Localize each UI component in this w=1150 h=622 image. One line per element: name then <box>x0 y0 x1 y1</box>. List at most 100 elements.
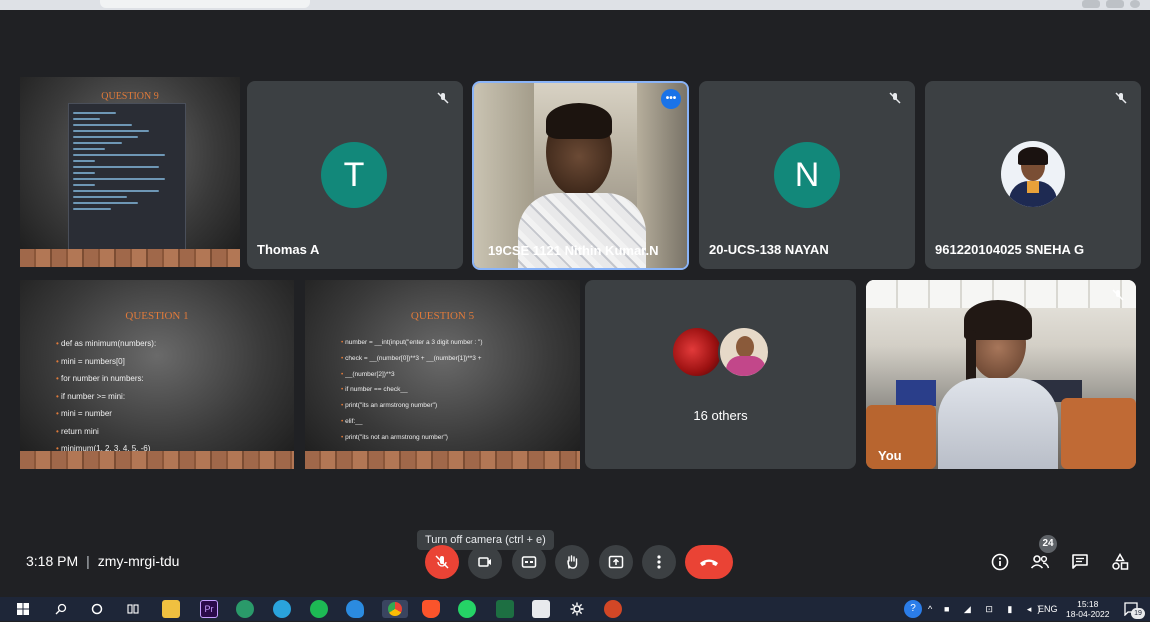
edge-icon[interactable] <box>346 600 364 618</box>
clock-date: 18-04-2022 <box>1066 609 1110 619</box>
slide-title: QUESTION 1 <box>125 310 189 322</box>
help-icon[interactable]: ? <box>904 600 922 618</box>
slide-bullets: number = __int(input("enter a 3 digit nu… <box>341 335 483 446</box>
captions-icon <box>521 556 537 568</box>
language-indicator[interactable]: ENG <box>1038 597 1058 621</box>
slide-title: QUESTION 5 <box>410 310 475 322</box>
shapes-icon <box>1112 553 1129 570</box>
presentation-tile-question-5[interactable]: QUESTION 5 number = __int(input("enter a… <box>305 280 580 469</box>
bullet: if number == check__ <box>341 382 483 398</box>
system-clock[interactable]: 15:18 18-04-2022 <box>1066 599 1109 619</box>
premiere-pro-icon[interactable]: Pr <box>200 600 218 618</box>
powerpoint-icon[interactable] <box>604 600 622 618</box>
spotify-icon[interactable] <box>310 600 328 618</box>
code-snippet <box>68 103 186 265</box>
slide-title: QUESTION 9 <box>101 91 159 102</box>
slide-floor <box>20 249 240 267</box>
bullet: mini = numbers[0] <box>56 353 156 371</box>
bullet: mini = number <box>56 405 156 423</box>
brave-icon[interactable] <box>422 600 440 618</box>
participant-tile-thomas[interactable]: T Thomas A <box>247 81 463 269</box>
app-icon-green[interactable] <box>236 600 254 618</box>
bullet: def as minimum(numbers): <box>56 335 156 353</box>
participant-name: You <box>878 448 902 463</box>
people-button[interactable] <box>1028 550 1052 574</box>
mic-off-icon <box>435 91 451 107</box>
chat-icon <box>1072 554 1088 569</box>
captions-button[interactable] <box>512 545 546 579</box>
os-taskbar: Pr ? ^ ■ ◢ ⊡ ▮ ◂) ENG 15:18 18-04-2022 1… <box>0 597 1150 621</box>
avatar-photo <box>1001 141 1065 207</box>
mic-off-icon <box>887 91 903 107</box>
self-view-tile[interactable]: You <box>866 280 1136 469</box>
presentation-tile-question-9[interactable]: QUESTION 9 <box>20 77 240 267</box>
avatar: T <box>321 142 387 208</box>
others-label: 16 others <box>693 408 748 423</box>
slide-floor <box>20 451 294 469</box>
participant-name: 961220104025 SNEHA G <box>935 242 1085 257</box>
chat-button[interactable] <box>1068 550 1092 574</box>
task-view-icon[interactable] <box>124 600 142 618</box>
more-options-button[interactable] <box>642 545 676 579</box>
participant-name: Thomas A <box>257 242 320 257</box>
activities-button[interactable] <box>1108 550 1132 574</box>
bullet: for number in numbers: <box>56 370 156 388</box>
avatar: N <box>774 142 840 208</box>
meeting-stage: QUESTION 9 T Thomas A ••• 19CSE 1121 Nit… <box>0 10 1150 577</box>
participant-tile-sneha[interactable]: 961220104025 SNEHA G <box>925 81 1141 269</box>
browser-toolbar <box>1082 0 1140 10</box>
browser-bar <box>0 0 1150 10</box>
slide-bullets: def as minimum(numbers): mini = numbers[… <box>56 335 156 458</box>
bullet: if number >= mini: <box>56 388 156 406</box>
slide-floor <box>305 451 580 469</box>
speaking-indicator-icon: ••• <box>661 89 681 109</box>
people-icon <box>1030 555 1050 569</box>
windows-start-icon[interactable] <box>14 600 32 618</box>
tray-chevron-icon[interactable]: ^ <box>928 597 932 621</box>
address-bar[interactable] <box>100 0 310 8</box>
presentation-tile-question-1[interactable]: QUESTION 1 def as minimum(numbers): mini… <box>20 280 294 469</box>
present-icon <box>608 555 624 569</box>
telegram-icon[interactable] <box>273 600 291 618</box>
bullet: print("its not an armstrong number") <box>341 430 483 446</box>
meeting-info: 3:18 PM | zmy-mrgi-tdu <box>26 553 179 569</box>
present-button[interactable] <box>599 545 633 579</box>
bullet: print("its an armstrong number") <box>341 398 483 414</box>
tray-icons[interactable]: ■ ◢ ⊡ ▮ ◂) <box>944 597 1046 621</box>
camera-toggle-button[interactable] <box>468 545 502 579</box>
meeting-time: 3:18 PM <box>26 553 79 569</box>
cortana-icon[interactable] <box>88 600 106 618</box>
meeting-code: zmy-mrgi-tdu <box>97 553 180 569</box>
file-explorer-icon[interactable] <box>162 600 180 618</box>
bullet: __(number[2])**3 <box>341 367 483 383</box>
hand-icon <box>567 555 578 569</box>
participant-name: 20-UCS-138 NAYAN <box>709 242 829 257</box>
others-tile[interactable]: 16 others <box>585 280 856 469</box>
separator: | <box>86 553 90 569</box>
settings-gear-icon[interactable] <box>568 600 586 618</box>
whatsapp-icon[interactable] <box>458 600 476 618</box>
participant-tile-nayan[interactable]: N 20-UCS-138 NAYAN <box>699 81 915 269</box>
mic-toggle-button[interactable] <box>425 545 459 579</box>
phone-hangup-icon <box>700 559 718 566</box>
leave-call-button[interactable] <box>685 545 733 579</box>
document-icon[interactable] <box>532 600 550 618</box>
mic-off-icon <box>435 555 449 569</box>
mic-off-icon <box>1113 91 1129 107</box>
more-vert-icon <box>657 555 661 569</box>
meeting-details-button[interactable] <box>988 550 1012 574</box>
bullet: return mini <box>56 423 156 441</box>
chrome-icon[interactable] <box>382 600 408 618</box>
avatar-photo <box>718 326 770 378</box>
mic-off-icon <box>1110 288 1126 304</box>
info-icon <box>991 553 1009 571</box>
search-icon[interactable] <box>52 600 70 618</box>
avatar-photo <box>671 326 723 378</box>
participant-name: 19CSE 1121 Nithin Kumar.N <box>488 243 659 258</box>
excel-icon[interactable] <box>496 600 514 618</box>
bullet: elif:__ <box>341 414 483 430</box>
participant-tile-nithin[interactable]: ••• 19CSE 1121 Nithin Kumar.N <box>472 81 689 270</box>
camera-icon <box>478 557 491 567</box>
raise-hand-button[interactable] <box>555 545 589 579</box>
participant-count-badge: 24 <box>1039 535 1057 553</box>
